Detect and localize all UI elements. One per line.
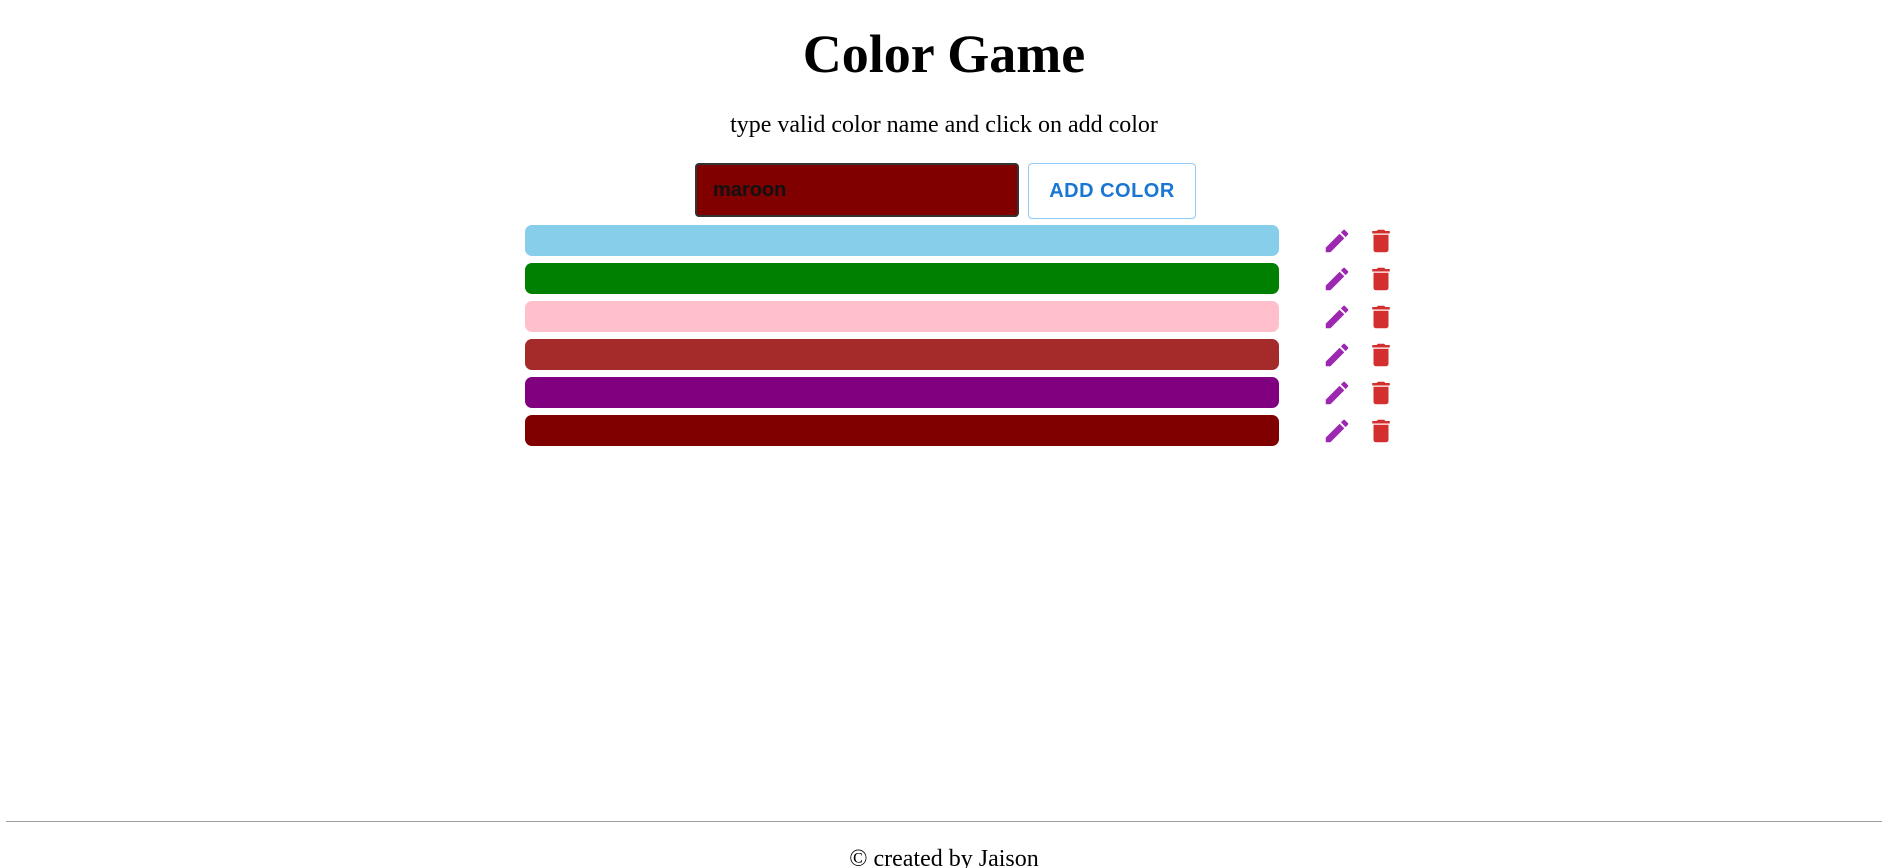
- color-row: [525, 301, 1395, 339]
- color-swatch-bar: [525, 339, 1279, 370]
- color-row: [525, 339, 1395, 377]
- delete-color-button[interactable]: [1363, 413, 1399, 449]
- add-color-button[interactable]: ADD COLOR: [1028, 163, 1196, 219]
- pencil-icon: [1322, 302, 1352, 332]
- instructions-text: type valid color name and click on add c…: [730, 112, 1158, 138]
- color-swatch-bar: [525, 225, 1279, 256]
- color-row: [525, 225, 1395, 263]
- edit-color-button[interactable]: [1319, 337, 1355, 373]
- pencil-icon: [1322, 416, 1352, 446]
- delete-color-button[interactable]: [1363, 299, 1399, 335]
- trash-icon: [1366, 301, 1396, 333]
- color-list: [525, 225, 1395, 453]
- color-row: [525, 377, 1395, 415]
- color-swatch-bar: [525, 263, 1279, 294]
- delete-color-button[interactable]: [1363, 375, 1399, 411]
- color-name-input[interactable]: [695, 163, 1019, 217]
- pencil-icon: [1322, 378, 1352, 408]
- trash-icon: [1366, 377, 1396, 409]
- color-row: [525, 415, 1395, 453]
- page-title: Color Game: [802, 24, 1086, 84]
- color-swatch-bar: [525, 377, 1279, 408]
- trash-icon: [1366, 415, 1396, 447]
- delete-color-button[interactable]: [1363, 261, 1399, 297]
- pencil-icon: [1322, 340, 1352, 370]
- edit-color-button[interactable]: [1319, 299, 1355, 335]
- trash-icon: [1366, 225, 1396, 257]
- edit-color-button[interactable]: [1319, 375, 1355, 411]
- color-row: [525, 263, 1395, 301]
- edit-color-button[interactable]: [1319, 261, 1355, 297]
- trash-icon: [1366, 339, 1396, 371]
- pencil-icon: [1322, 226, 1352, 256]
- edit-color-button[interactable]: [1319, 413, 1355, 449]
- color-swatch-bar: [525, 415, 1279, 446]
- edit-color-button[interactable]: [1319, 223, 1355, 259]
- delete-color-button[interactable]: [1363, 223, 1399, 259]
- color-swatch-bar: [525, 301, 1279, 332]
- footer-credit: © created by Jaison: [849, 846, 1039, 868]
- pencil-icon: [1322, 264, 1352, 294]
- footer-divider: [6, 821, 1882, 822]
- trash-icon: [1366, 263, 1396, 295]
- delete-color-button[interactable]: [1363, 337, 1399, 373]
